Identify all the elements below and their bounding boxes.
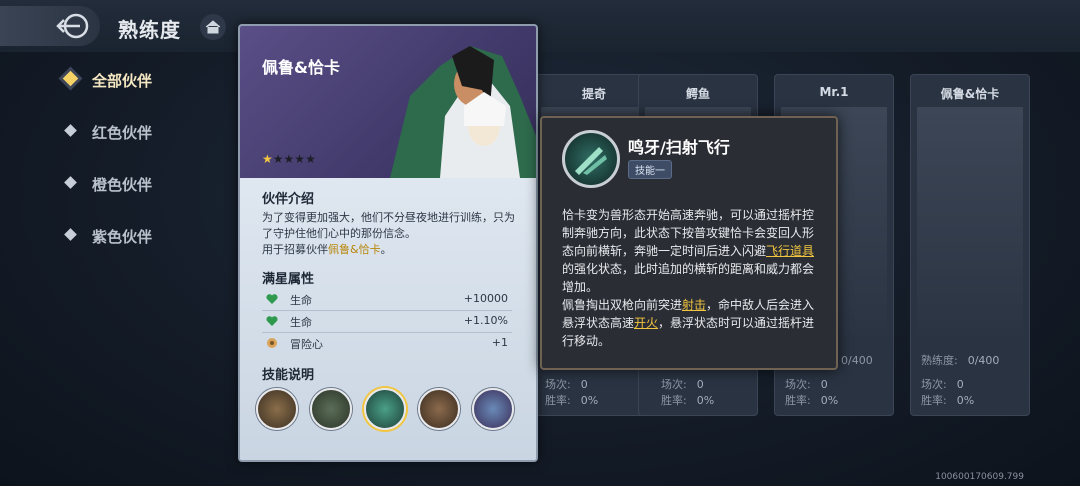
partner-detail-card: 佩鲁&恰卡 ★★★★★ 伙伴介绍 为了变得更加强大，他们不分昼夜地进行训练，只为… xyxy=(238,24,538,462)
battles-value: 0 xyxy=(696,378,704,391)
winrate-value: 0% xyxy=(956,394,975,407)
partner-card[interactable]: 佩鲁&恰卡 熟练度: 0/400 场次: 0 胜率: 0% xyxy=(910,74,1030,416)
sidebar-item-label: 红色伙伴 xyxy=(92,124,153,142)
top-bar: 熟练度 xyxy=(0,0,1080,52)
attr-title: 满星属性 xyxy=(262,272,315,287)
partner-card-name: 佩鲁&恰卡 xyxy=(940,87,1000,101)
diamond-icon xyxy=(64,228,77,241)
proficiency-value: 0/400 xyxy=(967,354,1000,367)
star-empty-icon: ★ xyxy=(283,152,295,166)
desc-text: 的强化状态，此时追加的横斩的距离和威力都会增加。 xyxy=(562,262,815,294)
winrate-label: 胜率: xyxy=(921,394,947,407)
partner-art-header: 佩鲁&恰卡 ★★★★★ xyxy=(240,26,536,178)
star-rating: ★★★★★ xyxy=(262,152,316,166)
home-icon xyxy=(205,20,221,34)
home-button[interactable] xyxy=(200,14,226,40)
keyword-link[interactable]: 开火 xyxy=(634,316,658,330)
partner-card-name: 提奇 xyxy=(581,87,606,101)
skill-4-icon[interactable] xyxy=(418,388,460,430)
heart-icon xyxy=(266,294,278,304)
partner-name: 佩鲁&恰卡 xyxy=(262,58,340,77)
skill-tooltip: 鸣牙/扫射飞行 技能一 恰卡变为兽形态开始高速奔驰，可以通过摇杆控制奔驰方向，此… xyxy=(540,116,838,370)
battles-value: 0 xyxy=(820,378,828,391)
attr-row: 生命 +1.10% xyxy=(262,310,512,333)
skill-3-icon[interactable] xyxy=(364,388,406,430)
diamond-icon xyxy=(64,124,77,137)
skill-icon xyxy=(562,130,620,188)
winrate-value: 0% xyxy=(580,394,599,407)
intro-text: 为了变得更加强大，他们不分昼夜地进行训练，只为了守护住他们心中的那份信念。 用于… xyxy=(262,210,520,258)
diamond-icon xyxy=(64,176,77,189)
battles-label: 场次: xyxy=(545,378,571,391)
version-label: 100600170609.799 xyxy=(935,472,1024,482)
proficiency-label: 熟练度: xyxy=(921,354,958,367)
recruit-prefix: 用于招募伙伴 xyxy=(262,243,328,256)
partner-portrait xyxy=(917,107,1023,337)
battles-value: 0 xyxy=(956,378,964,391)
sidebar-item-label: 全部伙伴 xyxy=(92,72,153,90)
star-empty-icon: ★ xyxy=(272,152,284,166)
attr-value: +10000 xyxy=(463,292,508,305)
proficiency-value: 0/400 xyxy=(841,354,873,367)
star-empty-icon: ★ xyxy=(305,152,316,166)
heart-icon xyxy=(266,316,278,326)
battles-value: 0 xyxy=(580,378,588,391)
star-empty-icon: ★ xyxy=(294,152,306,166)
attr-value: +1 xyxy=(491,336,508,349)
sidebar: 全部伙伴 红色伙伴 橙色伙伴 紫色伙伴 xyxy=(0,52,218,486)
skill-5-icon[interactable] xyxy=(472,388,514,430)
attr-name: 生命 xyxy=(290,316,312,329)
intro-title: 伙伴介绍 xyxy=(262,192,315,207)
star-filled-icon: ★ xyxy=(262,152,273,166)
battles-label: 场次: xyxy=(921,378,947,391)
attr-name: 生命 xyxy=(290,294,312,307)
desc-text: 佩鲁掏出双枪向前突进 xyxy=(562,298,683,312)
partner-card-name: Mr.1 xyxy=(819,85,849,99)
skill-1-icon[interactable] xyxy=(256,388,298,430)
attr-name: 冒险心 xyxy=(290,338,323,351)
skill-description: 恰卡变为兽形态开始高速奔驰，可以通过摇杆控制奔驰方向，此状态下按普攻键恰卡会变回… xyxy=(562,206,820,350)
recruit-suffix: 。 xyxy=(380,243,392,256)
attr-row: 生命 +10000 xyxy=(262,288,512,311)
attr-row: 冒险心 +1 xyxy=(262,332,512,354)
battles-label: 场次: xyxy=(661,378,687,391)
page-title: 熟练度 xyxy=(118,18,181,42)
claw-slash-icon xyxy=(575,147,607,175)
skill-slot-badge: 技能一 xyxy=(628,160,672,179)
battles-label: 场次: xyxy=(785,378,811,391)
sidebar-item-red[interactable]: 红色伙伴 xyxy=(56,114,216,150)
intro-body: 为了变得更加强大，他们不分昼夜地进行训练，只为了守护住他们心中的那份信念。 xyxy=(262,211,515,240)
sidebar-item-purple[interactable]: 紫色伙伴 xyxy=(56,218,216,254)
sidebar-item-orange[interactable]: 橙色伙伴 xyxy=(56,166,216,202)
recruit-partner-name: 佩鲁&恰卡 xyxy=(328,243,381,256)
partner-card-name: 鳄鱼 xyxy=(685,87,710,101)
winrate-label: 胜率: xyxy=(661,394,687,407)
back-button[interactable] xyxy=(0,6,100,46)
skill-title: 技能说明 xyxy=(262,368,315,383)
winrate-value: 0% xyxy=(696,394,715,407)
keyword-link[interactable]: 射击 xyxy=(682,298,706,312)
back-arrow-icon xyxy=(56,13,89,39)
winrate-label: 胜率: xyxy=(545,394,571,407)
keyword-link[interactable]: 飞行道具 xyxy=(766,244,814,258)
skill-2-icon[interactable] xyxy=(310,388,352,430)
skill-name: 鸣牙/扫射飞行 xyxy=(628,138,730,157)
winrate-value: 0% xyxy=(820,394,839,407)
winrate-label: 胜率: xyxy=(785,394,811,407)
sidebar-item-label: 橙色伙伴 xyxy=(92,176,153,194)
diamond-icon xyxy=(62,70,79,87)
attr-value: +1.10% xyxy=(463,314,508,327)
sidebar-item-label: 紫色伙伴 xyxy=(92,228,153,246)
sidebar-item-all[interactable]: 全部伙伴 xyxy=(56,62,216,98)
compass-icon xyxy=(267,338,277,348)
